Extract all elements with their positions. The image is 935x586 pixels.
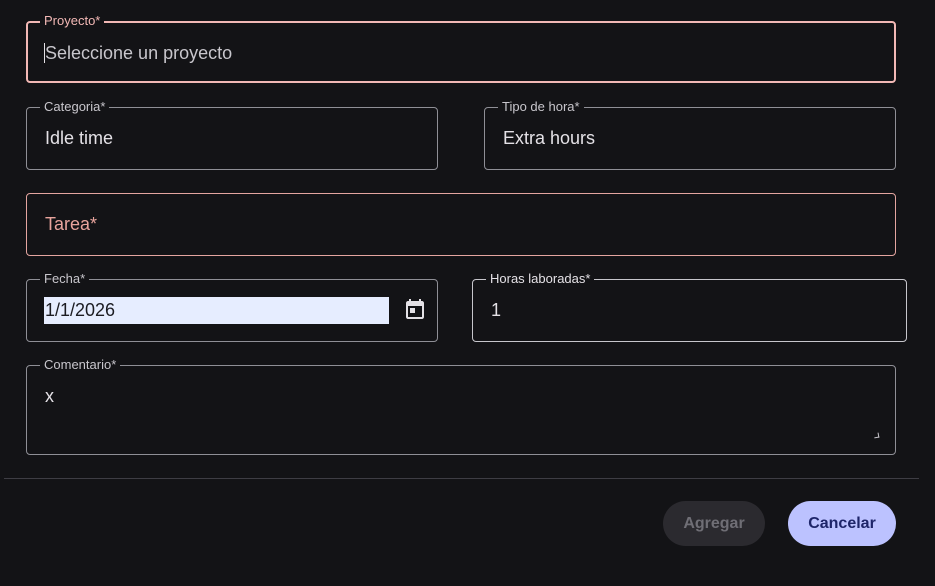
proyecto-select[interactable]: Proyecto* Seleccione un proyecto <box>26 14 896 83</box>
divider <box>4 478 919 479</box>
categoria-select[interactable]: Categoria* Idle time <box>26 100 438 170</box>
horas-laboradas-input[interactable]: Horas laboradas* 1 <box>472 272 907 342</box>
resize-handle-icon[interactable] <box>873 432 880 439</box>
comentario-value: x <box>45 386 54 406</box>
proyecto-label: Proyecto* <box>40 14 105 28</box>
tarea-label: Tarea* <box>45 214 98 234</box>
calendar-icon[interactable] <box>403 297 427 321</box>
tarea-select[interactable]: Tarea* <box>26 193 896 256</box>
comentario-label: Comentario* <box>40 358 121 372</box>
tipo-hora-label: Tipo de hora* <box>498 100 584 114</box>
categoria-label: Categoria* <box>40 100 110 114</box>
horas-laboradas-label: Horas laboradas* <box>486 272 595 286</box>
agregar-button[interactable]: Agregar <box>663 501 765 546</box>
add-time-entry-form: Proyecto* Seleccione un proyecto Categor… <box>0 0 935 586</box>
fecha-label: Fecha* <box>40 272 90 286</box>
fecha-input[interactable]: Fecha* 1/1/2026 <box>26 272 438 342</box>
comentario-textarea[interactable]: Comentario* x <box>26 358 896 455</box>
tipo-hora-value: Extra hours <box>503 128 596 148</box>
tipo-hora-select[interactable]: Tipo de hora* Extra hours <box>484 100 896 170</box>
fecha-value: 1/1/2026 <box>45 300 116 320</box>
cancelar-button[interactable]: Cancelar <box>788 501 896 546</box>
categoria-value: Idle time <box>45 128 114 148</box>
proyecto-placeholder: Seleccione un proyecto <box>45 43 233 63</box>
horas-laboradas-value: 1 <box>491 300 502 320</box>
